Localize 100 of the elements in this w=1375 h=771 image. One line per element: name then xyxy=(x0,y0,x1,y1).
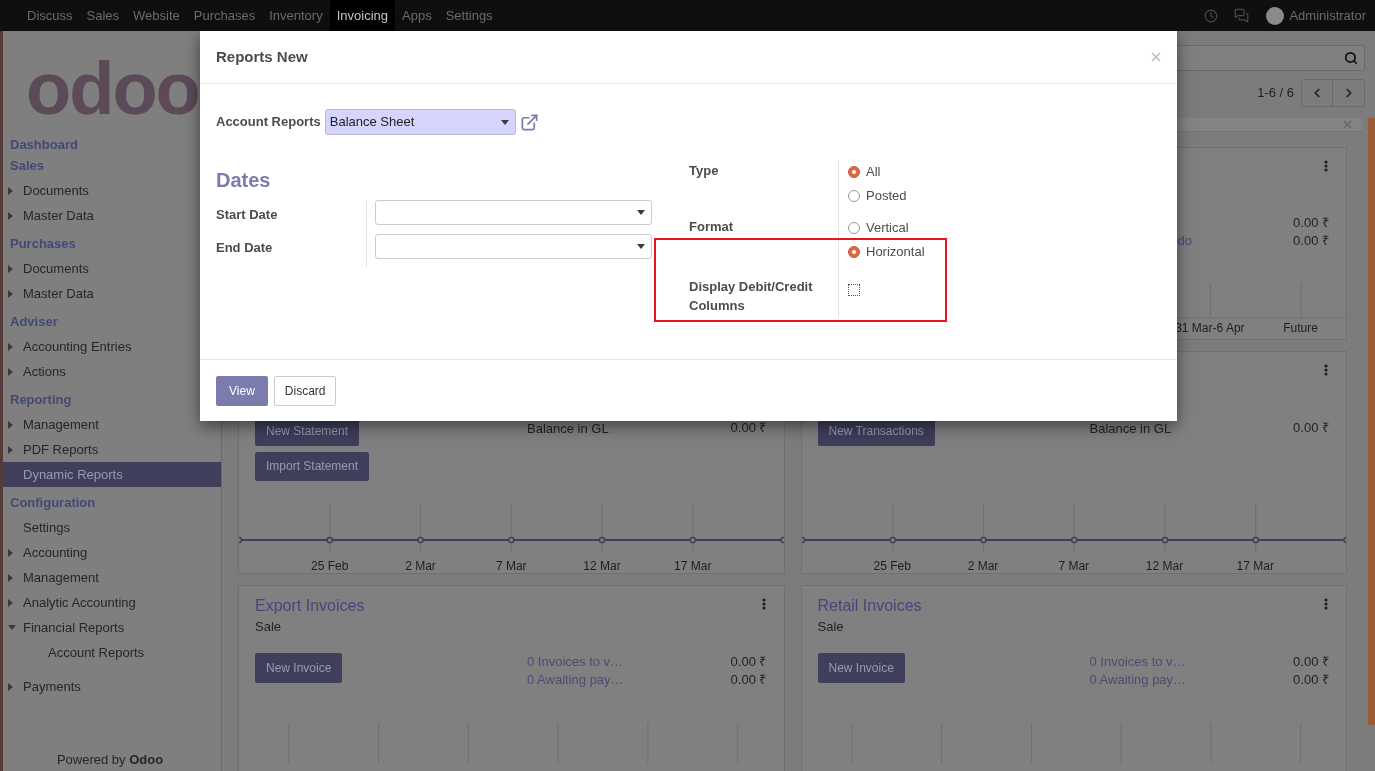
radio-button[interactable] xyxy=(848,246,860,258)
field-label: Display Debit/Credit Columns xyxy=(689,278,814,315)
axis-label: 12 Mar xyxy=(583,558,621,575)
radio-label: Vertical xyxy=(866,219,909,238)
menu-item[interactable]: PDF Reports xyxy=(3,437,103,462)
view-button[interactable]: View xyxy=(216,376,268,406)
amount-value: 0.00 ₹ xyxy=(1293,653,1329,672)
date-field[interactable] xyxy=(375,200,652,225)
radio-label: All xyxy=(866,163,881,182)
radio-button[interactable] xyxy=(848,222,860,234)
external-link-icon[interactable] xyxy=(519,112,539,132)
field-label: End Date xyxy=(216,240,273,255)
field-label: Type xyxy=(689,162,720,180)
caret-right-icon xyxy=(8,342,13,351)
data-point xyxy=(1070,536,1078,544)
menu-item[interactable]: Settings xyxy=(3,515,74,540)
menu-item[interactable]: Payments xyxy=(3,674,85,699)
menu-item[interactable]: Dynamic Reports xyxy=(3,462,221,487)
kebab-menu-icon[interactable] xyxy=(1324,160,1328,172)
app-menu-item[interactable]: Website xyxy=(126,0,187,31)
user-name[interactable]: Administrator xyxy=(1289,5,1366,26)
data-point xyxy=(1251,536,1259,544)
avatar-icon[interactable] xyxy=(1266,6,1285,25)
amount-value: 0.00 ₹ xyxy=(730,671,767,690)
menu-item[interactable]: Management xyxy=(3,412,103,437)
new-invoice-button[interactable]: New Invoice xyxy=(255,653,343,683)
dialog-title: Reports New xyxy=(216,46,308,67)
caret-right-icon xyxy=(8,186,13,195)
field-label: Start Date xyxy=(216,207,278,222)
axis-label: 25 Feb xyxy=(311,558,349,575)
axis-label: Future xyxy=(1283,320,1318,337)
kebab-menu-icon[interactable] xyxy=(1324,364,1328,376)
app-menu-item[interactable]: Purchases xyxy=(186,0,263,31)
balance-label: Balance in GL xyxy=(1089,420,1172,438)
caret-down-icon xyxy=(500,119,509,125)
caret-down-icon xyxy=(637,210,645,215)
radio-label: Posted xyxy=(866,187,907,206)
caret-right-icon xyxy=(8,573,13,582)
section-heading: Dates xyxy=(216,168,272,193)
section-heading[interactable]: Configuration xyxy=(3,494,221,512)
caret-right-icon xyxy=(8,682,13,691)
menu-item[interactable]: Actions xyxy=(3,359,70,384)
chat-icon[interactable] xyxy=(1234,8,1250,23)
caret-right-icon xyxy=(8,211,13,220)
amount-value: 0.00 ₹ xyxy=(1293,232,1329,251)
discard-button[interactable]: Discard xyxy=(273,376,337,406)
caret-right-icon xyxy=(8,264,13,273)
data-point xyxy=(417,536,424,544)
balance-value: 0.00 ₹ xyxy=(1293,419,1329,437)
clock-icon[interactable] xyxy=(1204,8,1219,23)
app-menu-item[interactable]: Inventory xyxy=(262,0,330,31)
menu-item[interactable]: Analytic Accounting xyxy=(3,590,140,615)
pager-text: 1-6 / 6 xyxy=(1257,84,1294,103)
app-menu-item[interactable]: Invoicing xyxy=(329,0,395,31)
radio-label: Horizontal xyxy=(866,243,925,262)
card-title[interactable]: Export Invoices xyxy=(255,595,365,617)
axis-label: 17 Mar xyxy=(674,558,712,575)
action-button[interactable]: Import Statement xyxy=(255,451,370,481)
date-field[interactable] xyxy=(375,234,652,259)
axis-label: 2 Mar xyxy=(405,558,436,575)
data-point xyxy=(326,536,334,544)
card-subtitle: Sale xyxy=(817,618,844,636)
app-menu-item[interactable]: Discuss xyxy=(20,0,80,31)
menu-item[interactable]: Documents xyxy=(3,178,93,203)
caret-right-icon xyxy=(8,420,13,429)
card-title[interactable]: Retail Invoices xyxy=(817,595,922,617)
data-point xyxy=(689,536,697,544)
kebab-menu-icon[interactable] xyxy=(761,598,766,610)
checkbox[interactable] xyxy=(848,284,860,296)
menu-item[interactable]: Accounting Entries xyxy=(3,334,136,359)
new-invoice-button[interactable]: New Invoice xyxy=(817,653,905,683)
radio-button[interactable] xyxy=(848,166,860,178)
account-report-select[interactable]: Balance Sheet xyxy=(324,109,516,135)
menu-item[interactable]: Management xyxy=(3,565,103,590)
app-menu-item[interactable]: Apps xyxy=(395,0,439,31)
caret-right-icon xyxy=(8,598,13,607)
data-point xyxy=(507,536,515,544)
menu-item[interactable]: Master Data xyxy=(3,203,98,228)
balance-value: 0.00 ₹ xyxy=(730,419,767,437)
menu-item[interactable]: Financial Reports xyxy=(3,615,129,640)
kebab-menu-icon[interactable] xyxy=(1324,598,1328,610)
menu-item[interactable]: Master Data xyxy=(3,281,98,306)
axis-label: 17 Mar xyxy=(1236,558,1274,575)
amount-value: 0.00 ₹ xyxy=(1293,671,1329,690)
menu-item[interactable]: Account Reports xyxy=(3,640,149,665)
data-point xyxy=(888,536,896,544)
menu-item[interactable]: Accounting xyxy=(3,540,92,565)
app-menu-item[interactable]: Sales xyxy=(79,0,127,31)
search-icon[interactable] xyxy=(1344,51,1358,65)
radio-button[interactable] xyxy=(848,190,860,202)
summary-link[interactable]: do xyxy=(1177,233,1192,249)
amount-value: 0.00 ₹ xyxy=(1293,214,1329,233)
data-point xyxy=(598,536,606,544)
app-menu-item[interactable]: Settings xyxy=(438,0,500,31)
axis-label: 7 Mar xyxy=(495,558,527,575)
menu-item[interactable]: Documents xyxy=(3,256,93,281)
amount-value: 0.00 ₹ xyxy=(730,653,767,672)
caret-right-icon xyxy=(8,548,13,557)
data-point xyxy=(979,536,987,544)
caret-down-icon xyxy=(8,625,16,630)
